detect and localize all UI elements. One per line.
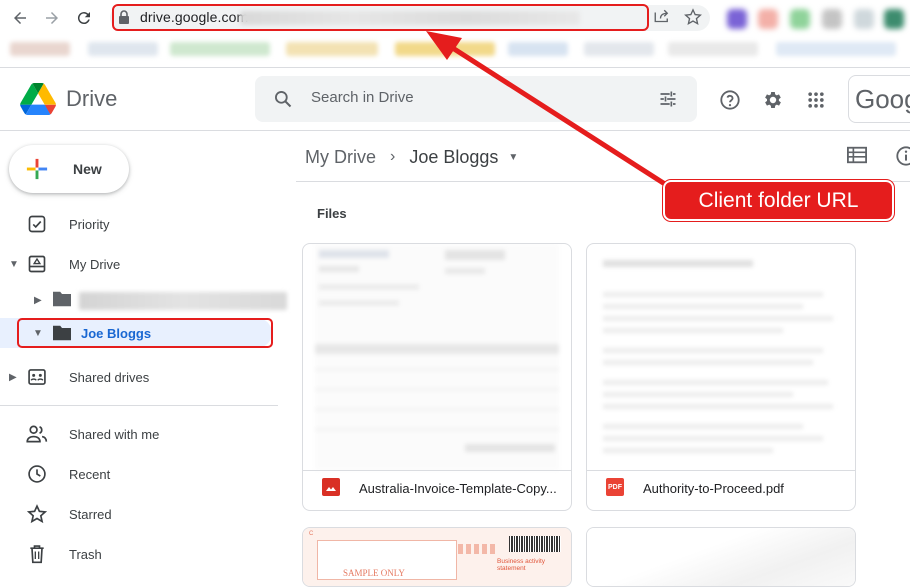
sidebar-item-redacted-folder[interactable]: ▶ bbox=[0, 284, 287, 316]
star-icon[interactable] bbox=[684, 8, 702, 31]
sidebar-item-shared-drives[interactable]: ▶ Shared drives bbox=[0, 361, 278, 393]
file-card[interactable]: Australia-Invoice-Template-Copy... bbox=[302, 243, 572, 511]
clock-icon bbox=[25, 462, 49, 486]
file-card[interactable]: C SAMPLE ONLY Business activity statemen… bbox=[302, 527, 572, 587]
sidebar-item-label: Shared with me bbox=[69, 426, 160, 442]
annotation-callout: Client folder URL bbox=[663, 180, 894, 221]
list-view-icon[interactable] bbox=[847, 146, 867, 169]
bookmark-item[interactable] bbox=[170, 42, 270, 56]
extension-icon[interactable] bbox=[822, 9, 842, 29]
google-account-logo[interactable]: Goog bbox=[848, 75, 910, 123]
sidebar-item-priority[interactable]: Priority bbox=[0, 208, 278, 240]
extension-icon[interactable] bbox=[758, 9, 778, 29]
bookmark-item[interactable] bbox=[776, 42, 896, 56]
section-title: Files bbox=[317, 206, 347, 221]
extension-icon[interactable] bbox=[790, 9, 810, 29]
thumbnail-text: Business activity statement bbox=[497, 558, 546, 572]
caret-right-icon[interactable]: ▶ bbox=[34, 295, 42, 306]
sidebar-item-shared-with-me[interactable]: Shared with me bbox=[0, 418, 278, 450]
arrow-left-icon[interactable] bbox=[8, 6, 32, 30]
file-card[interactable] bbox=[586, 527, 856, 587]
profile-avatar[interactable] bbox=[884, 9, 904, 29]
folder-icon bbox=[51, 290, 73, 311]
search-bar[interactable] bbox=[255, 76, 697, 122]
caret-down-icon[interactable]: ▼ bbox=[9, 259, 19, 270]
chevron-right-icon: › bbox=[390, 148, 396, 165]
people-icon bbox=[25, 422, 49, 446]
sidebar-item-label: Recent bbox=[69, 466, 111, 482]
gear-icon[interactable] bbox=[760, 87, 786, 113]
file-thumbnail bbox=[599, 244, 843, 470]
share-icon[interactable] bbox=[653, 9, 671, 30]
plus-icon bbox=[26, 158, 48, 180]
sidebar-item-label: Trash bbox=[69, 546, 102, 562]
folder-highlight-box bbox=[17, 318, 273, 348]
breadcrumb-current[interactable]: Joe Bloggs bbox=[409, 147, 498, 168]
drive-logo-icon bbox=[20, 83, 56, 115]
header-divider bbox=[0, 130, 910, 131]
bookmark-item[interactable] bbox=[10, 42, 70, 56]
card-divider bbox=[587, 470, 855, 471]
bookmark-item[interactable] bbox=[286, 42, 378, 56]
new-label: New bbox=[73, 161, 102, 177]
file-card[interactable]: PDF Authority-to-Proceed.pdf bbox=[586, 243, 856, 511]
new-button[interactable]: New bbox=[9, 145, 129, 193]
file-thumbnail bbox=[587, 528, 855, 586]
arrow-right-icon[interactable] bbox=[40, 6, 64, 30]
url-highlight-box bbox=[112, 4, 649, 31]
extension-icon[interactable] bbox=[727, 9, 747, 29]
bookmark-item[interactable] bbox=[668, 42, 758, 56]
breadcrumb-root[interactable]: My Drive bbox=[305, 147, 376, 168]
drive-logo[interactable]: Drive bbox=[20, 83, 117, 115]
caret-right-icon[interactable]: ▶ bbox=[9, 372, 17, 383]
star-outline-icon bbox=[25, 502, 49, 526]
reload-icon[interactable] bbox=[72, 6, 96, 30]
bookmark-item[interactable] bbox=[584, 42, 654, 56]
redacted-folder-name bbox=[79, 292, 287, 310]
pdf-file-icon: PDF bbox=[606, 478, 624, 496]
file-name: Australia-Invoice-Template-Copy... bbox=[359, 481, 557, 496]
search-options-icon[interactable] bbox=[658, 89, 678, 114]
priority-check-icon bbox=[25, 212, 49, 236]
shared-drives-icon bbox=[25, 365, 49, 389]
sidebar-item-recent[interactable]: Recent bbox=[0, 458, 278, 490]
breadcrumb: My Drive › Joe Bloggs ▼ bbox=[305, 145, 518, 169]
sidebar-item-label: Shared drives bbox=[69, 369, 150, 385]
sidebar-item-label: My Drive bbox=[69, 256, 121, 272]
sidebar-divider bbox=[0, 405, 278, 406]
bookmark-item[interactable] bbox=[88, 42, 158, 56]
my-drive-icon bbox=[25, 252, 49, 276]
sidebar-item-my-drive[interactable]: ▼ My Drive bbox=[0, 248, 278, 280]
apps-grid-icon[interactable] bbox=[803, 87, 829, 113]
card-divider bbox=[303, 470, 571, 471]
app-name: Drive bbox=[66, 86, 118, 111]
caret-down-icon[interactable]: ▼ bbox=[508, 152, 518, 163]
image-file-icon bbox=[322, 478, 340, 496]
extension-icon[interactable] bbox=[854, 9, 874, 29]
help-icon[interactable] bbox=[717, 87, 743, 113]
info-icon[interactable] bbox=[895, 145, 910, 172]
bookmark-item[interactable] bbox=[508, 42, 568, 56]
sidebar-item-trash[interactable]: Trash bbox=[0, 538, 278, 570]
search-input[interactable] bbox=[311, 89, 631, 106]
bookmark-item[interactable] bbox=[395, 42, 495, 56]
file-thumbnail bbox=[315, 244, 559, 470]
thumbnail-text: SAMPLE ONLY bbox=[343, 568, 405, 578]
trash-icon bbox=[25, 542, 49, 566]
sidebar-item-starred[interactable]: Starred bbox=[0, 498, 278, 530]
file-name: Authority-to-Proceed.pdf bbox=[643, 481, 784, 496]
file-thumbnail: C SAMPLE ONLY Business activity statemen… bbox=[303, 528, 571, 586]
sidebar-item-label: Starred bbox=[69, 506, 112, 522]
search-icon[interactable] bbox=[273, 89, 293, 114]
barcode bbox=[509, 536, 561, 552]
browser-toolbar: drive.google.com bbox=[0, 0, 910, 68]
sidebar-item-label: Priority bbox=[69, 216, 110, 232]
